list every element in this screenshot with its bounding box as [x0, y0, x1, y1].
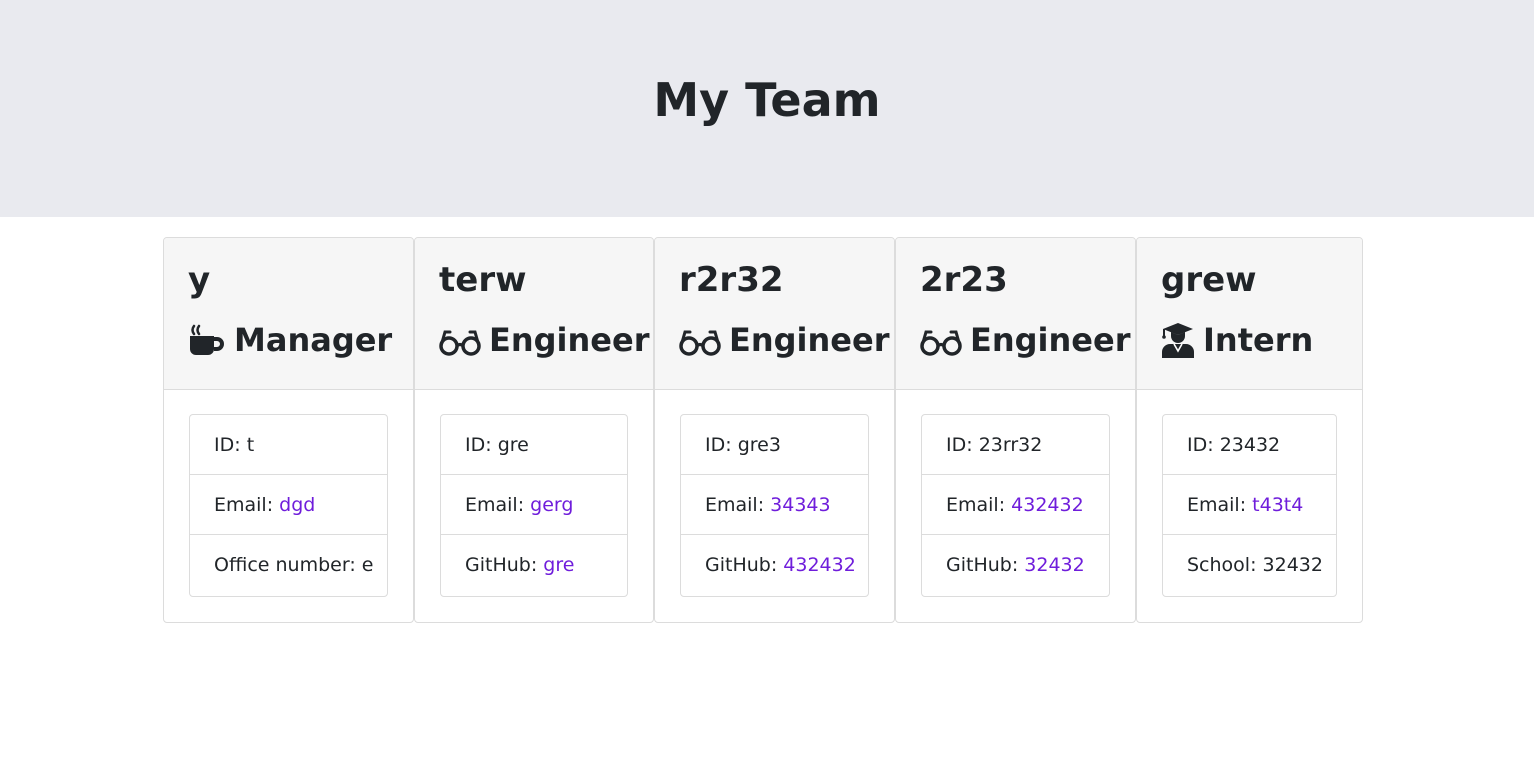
employee-details-list: ID: gre Email: gerg GitHub: gre [440, 414, 628, 597]
employee-name: 2r23 [920, 260, 1008, 300]
email-link[interactable]: t43t4 [1252, 494, 1303, 516]
employee-role-label: Engineer [970, 321, 1131, 359]
employee-details-list: ID: 23rr32 Email: 432432 GitHub: 32432 [921, 414, 1110, 597]
card-header: r2r32 Engineer [655, 238, 894, 390]
email-link[interactable]: 432432 [1011, 494, 1084, 516]
email-label: Email: [465, 494, 531, 516]
email-label: Email: [946, 494, 1012, 516]
office-number-label: Office number: [214, 554, 362, 576]
employee-role: Engineer [920, 320, 1130, 360]
github-label: GitHub: [946, 554, 1025, 576]
id-label: ID: [946, 434, 979, 456]
employee-details-list: ID: 23432 Email: t43t4 School: 32432 [1162, 414, 1337, 597]
id-label: ID: [465, 434, 498, 456]
employee-details-list: ID: gre3 Email: 34343 GitHub: 432432 [680, 414, 869, 597]
employee-role: Manager [188, 320, 392, 360]
employee-card-intern: grew Intern ID: 23432 Email: t43t4 Schoo… [1136, 237, 1363, 623]
employee-name: r2r32 [679, 260, 784, 300]
school-value: 32432 [1262, 554, 1323, 576]
employee-card-manager: y Manager ID: t Email: dgd Office number… [163, 237, 414, 623]
employee-id: ID: t [190, 415, 387, 475]
github-link[interactable]: gre [543, 554, 574, 576]
id-label: ID: [214, 434, 247, 456]
page-title: My Team [653, 73, 881, 127]
card-header: grew Intern [1137, 238, 1362, 390]
employee-role: Engineer [439, 320, 649, 360]
graduate-icon [1161, 321, 1195, 359]
employee-id: ID: 23432 [1163, 415, 1336, 475]
employee-id: ID: gre3 [681, 415, 868, 475]
employee-role-label: Intern [1203, 321, 1314, 359]
office-number-value: e [361, 554, 374, 576]
employee-email: Email: 34343 [681, 475, 868, 535]
email-link[interactable]: dgd [279, 494, 315, 516]
employee-id: ID: gre [441, 415, 627, 475]
glasses-icon [920, 321, 962, 359]
coffee-mug-icon [188, 321, 226, 359]
id-value: gre [497, 434, 529, 456]
email-link[interactable]: gerg [530, 494, 573, 516]
employee-school: School: 32432 [1163, 535, 1336, 596]
email-label: Email: [705, 494, 771, 516]
employee-role: Engineer [679, 320, 889, 360]
id-label: ID: [705, 434, 738, 456]
card-header: 2r23 Engineer [896, 238, 1135, 390]
employee-email: Email: 432432 [922, 475, 1109, 535]
employee-github: GitHub: 32432 [922, 535, 1109, 596]
employee-email: Email: gerg [441, 475, 627, 535]
employee-github: GitHub: gre [441, 535, 627, 596]
github-link[interactable]: 432432 [783, 554, 856, 576]
employee-email: Email: t43t4 [1163, 475, 1336, 535]
email-label: Email: [1187, 494, 1253, 516]
id-value: t [246, 434, 255, 456]
id-value: 23rr32 [978, 434, 1043, 456]
employee-github: GitHub: 432432 [681, 535, 868, 596]
github-label: GitHub: [465, 554, 544, 576]
card-header: y Manager [164, 238, 413, 390]
employee-role: Intern [1161, 320, 1313, 360]
employee-email: Email: dgd [190, 475, 387, 535]
employee-role-label: Manager [234, 321, 393, 359]
employee-card-engineer: terw Engineer ID: gre Email: gerg GitHub… [414, 237, 654, 623]
employee-card-engineer: 2r23 Engineer ID: 23rr32 Email: 432432 G… [895, 237, 1136, 623]
employee-role-label: Engineer [489, 321, 650, 359]
employee-card-engineer: r2r32 Engineer ID: gre3 Email: 34343 Git… [654, 237, 895, 623]
employee-name: terw [439, 260, 527, 300]
glasses-icon [439, 321, 481, 359]
email-label: Email: [214, 494, 280, 516]
github-link[interactable]: 32432 [1024, 554, 1084, 576]
github-label: GitHub: [705, 554, 784, 576]
school-label: School: [1187, 554, 1263, 576]
employee-office-number: Office number: e [190, 535, 387, 596]
employee-details-list: ID: t Email: dgd Office number: e [189, 414, 388, 597]
header-banner: My Team [0, 0, 1534, 217]
employee-id: ID: 23rr32 [922, 415, 1109, 475]
employee-name: y [188, 260, 211, 300]
email-link[interactable]: 34343 [770, 494, 830, 516]
employee-name: grew [1161, 260, 1257, 300]
id-label: ID: [1187, 434, 1220, 456]
id-value: gre3 [737, 434, 781, 456]
employee-role-label: Engineer [729, 321, 890, 359]
id-value: 23432 [1219, 434, 1281, 456]
glasses-icon [679, 321, 721, 359]
card-header: terw Engineer [415, 238, 653, 390]
